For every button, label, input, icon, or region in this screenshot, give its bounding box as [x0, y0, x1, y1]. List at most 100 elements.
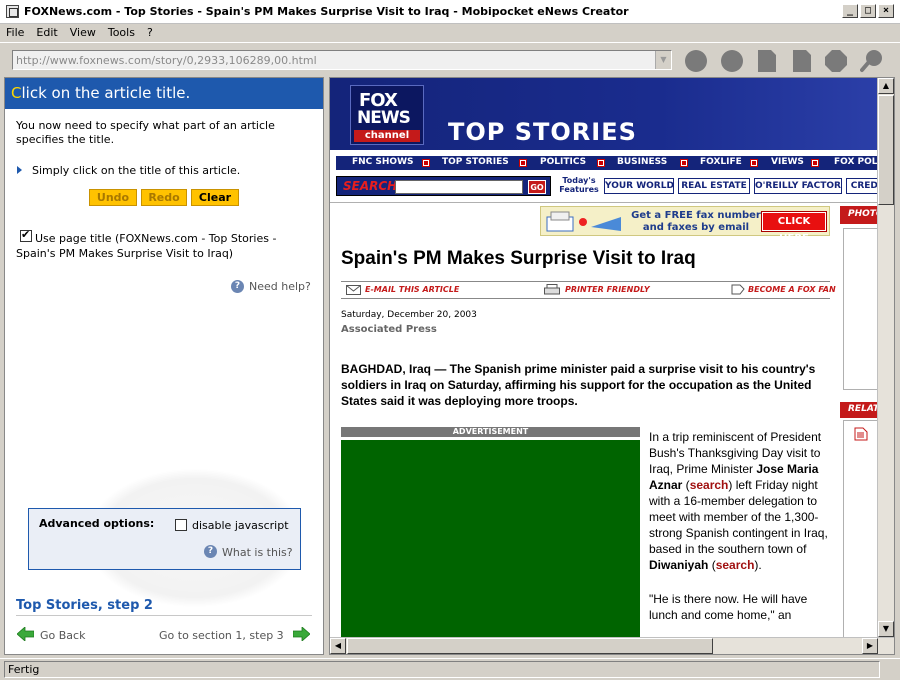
menu-help[interactable]: ?: [141, 24, 159, 39]
menu-file[interactable]: File: [0, 24, 30, 39]
site-search-input[interactable]: [395, 180, 523, 194]
redo-button[interactable]: Redo: [141, 189, 187, 206]
go-back-link[interactable]: Go Back: [40, 629, 110, 643]
go-next-link[interactable]: Go to section 1, step 3: [159, 629, 299, 643]
status-text: Fertig: [4, 661, 880, 678]
toolbar-circle-icon-2[interactable]: [720, 49, 744, 73]
nav-fox-pol[interactable]: FOX POL: [834, 157, 878, 167]
search-link-2[interactable]: search: [716, 558, 755, 572]
logo-news: NEWS: [357, 108, 411, 128]
header-divider: [330, 202, 879, 203]
scroll-up-arrow-icon[interactable]: ▲: [878, 78, 894, 94]
go-back-arrow-icon[interactable]: [17, 627, 34, 641]
nav-bullet-icon: [750, 159, 758, 167]
scroll-right-arrow-icon[interactable]: ▶: [862, 638, 878, 654]
search-label: SEARCH: [343, 179, 398, 193]
what-is-this-help-icon[interactable]: ?: [204, 545, 217, 558]
toolbar-magnifier-icon[interactable]: [860, 49, 884, 73]
article-headline[interactable]: Spain's PM Makes Surprise Visit to Iraq: [341, 248, 696, 270]
nav-foxlife[interactable]: FOXLIFE: [700, 157, 742, 167]
scroll-left-arrow-icon[interactable]: ◀: [330, 638, 346, 654]
nav-bullet-icon: [680, 159, 688, 167]
fax-ad-banner[interactable]: Get a FREE fax number and faxes by email…: [540, 206, 830, 244]
step-title: Top Stories, step 2: [16, 598, 153, 613]
nav-politics[interactable]: POLITICS: [540, 157, 586, 167]
search-row: SEARCH GO Today's Features YOUR WORLD RE…: [336, 176, 886, 198]
nav-bullet-icon: [422, 159, 430, 167]
printer-friendly-link[interactable]: PRINTER FRIENDLY: [565, 285, 650, 294]
town-name: Diwaniyah: [649, 558, 709, 572]
step-divider: [16, 615, 312, 616]
menu-tools[interactable]: Tools: [102, 24, 141, 39]
nav-business[interactable]: BUSINESS: [617, 157, 667, 167]
p1-text-d: (: [708, 558, 716, 572]
become-fox-fan-link[interactable]: BECOME A FOX FAN: [748, 285, 836, 294]
search-link-1[interactable]: search: [690, 478, 729, 492]
status-bar: Fertig: [0, 658, 900, 680]
close-button[interactable]: ×: [878, 4, 894, 18]
window-title: FOXNews.com - Top Stories - Spain's PM M…: [24, 5, 629, 18]
undo-button[interactable]: Undo: [89, 189, 137, 206]
nav-top-stories[interactable]: TOP STORIES: [442, 157, 509, 167]
nav-fnc-shows[interactable]: FNC SHOWS: [352, 157, 414, 167]
advertisement-label: ADVERTISEMENT: [341, 427, 640, 437]
toolbar-octagon-icon[interactable]: [824, 49, 848, 73]
related-box: [843, 420, 880, 640]
article-paragraph-2: "He is there now. He will have lunch and…: [649, 592, 808, 622]
photo-header: PHOTO: [840, 206, 880, 224]
email-article-link[interactable]: E-MAIL THIS ARTICLE: [365, 285, 459, 294]
use-page-title-text: Use page title (FOXNews.com - Top Storie…: [16, 232, 277, 260]
horizontal-scroll-thumb[interactable]: [347, 638, 713, 654]
printer-icon: [544, 284, 560, 295]
wizard-header-text: lick on the article title.: [21, 84, 191, 102]
p1-text-b: (: [682, 478, 690, 492]
maximize-button[interactable]: □: [860, 4, 876, 18]
what-is-this-link[interactable]: What is this?: [222, 546, 293, 559]
url-combobox[interactable]: ▼: [12, 50, 672, 70]
fax-machine-icon: [546, 211, 621, 232]
help-icon[interactable]: ?: [231, 280, 244, 293]
p1-text-e: ).: [754, 558, 762, 572]
disable-javascript-checkbox[interactable]: [175, 519, 187, 531]
wizard-intro-text: You now need to specify what part of an …: [16, 119, 275, 146]
minimize-button[interactable]: _: [842, 4, 858, 18]
clear-button[interactable]: Clear: [191, 189, 239, 206]
nav-views[interactable]: VIEWS: [771, 157, 804, 167]
feature-your-world[interactable]: YOUR WORLD: [604, 178, 674, 194]
use-page-title-label: Use page title (FOXNews.com - Top Storie…: [16, 231, 306, 261]
fox-news-logo[interactable]: FOX NEWS channel: [350, 85, 424, 145]
address-toolbar: ▼: [0, 42, 900, 76]
url-dropdown-arrow-icon[interactable]: ▼: [655, 51, 671, 69]
vertical-scroll-thumb[interactable]: [878, 95, 894, 205]
toolbar-page-icon-2[interactable]: [790, 49, 814, 73]
right-sidebar: PHOTO RELAT: [840, 206, 880, 646]
email-icon: [346, 285, 361, 295]
scroll-down-arrow-icon[interactable]: ▼: [878, 621, 894, 637]
search-go-button[interactable]: GO: [528, 180, 546, 194]
toolbar-page-icon-1[interactable]: [755, 49, 779, 73]
fox-fan-icon: [731, 284, 745, 295]
article-date: Saturday, December 20, 2003: [341, 310, 477, 320]
menu-bar: File Edit View Tools?: [0, 24, 900, 42]
toolbar-circle-icon-1[interactable]: [684, 49, 708, 73]
advertisement-block[interactable]: [341, 440, 640, 640]
menu-edit[interactable]: Edit: [30, 24, 63, 39]
url-input[interactable]: [13, 51, 653, 69]
horizontal-scrollbar[interactable]: ◀ ▶: [330, 637, 894, 654]
photo-box: [843, 228, 880, 390]
nav-bullet-icon: [597, 159, 605, 167]
advanced-options-box: Advanced options: disable javascript ? W…: [28, 508, 301, 570]
article-source: Associated Press: [341, 324, 437, 335]
vertical-scrollbar[interactable]: ▲ ▼: [877, 78, 894, 638]
nav-bullet-icon: [519, 159, 527, 167]
logo-channel: channel: [354, 130, 420, 142]
fax-ad-click-here[interactable]: CLICK HERE: [761, 211, 827, 244]
feature-real-estate[interactable]: REAL ESTATE: [678, 178, 750, 194]
need-help-link[interactable]: Need help?: [249, 280, 319, 294]
advanced-options-label: Advanced options:: [39, 517, 155, 530]
go-next-arrow-icon[interactable]: [293, 627, 310, 641]
feature-oreilly-factor[interactable]: O'REILLY FACTOR: [754, 178, 842, 194]
web-page-view[interactable]: FOX NEWS channel TOP STORIES FNC SHOWS T…: [329, 77, 895, 655]
menu-view[interactable]: View: [64, 24, 102, 39]
related-header: RELAT: [840, 402, 880, 418]
